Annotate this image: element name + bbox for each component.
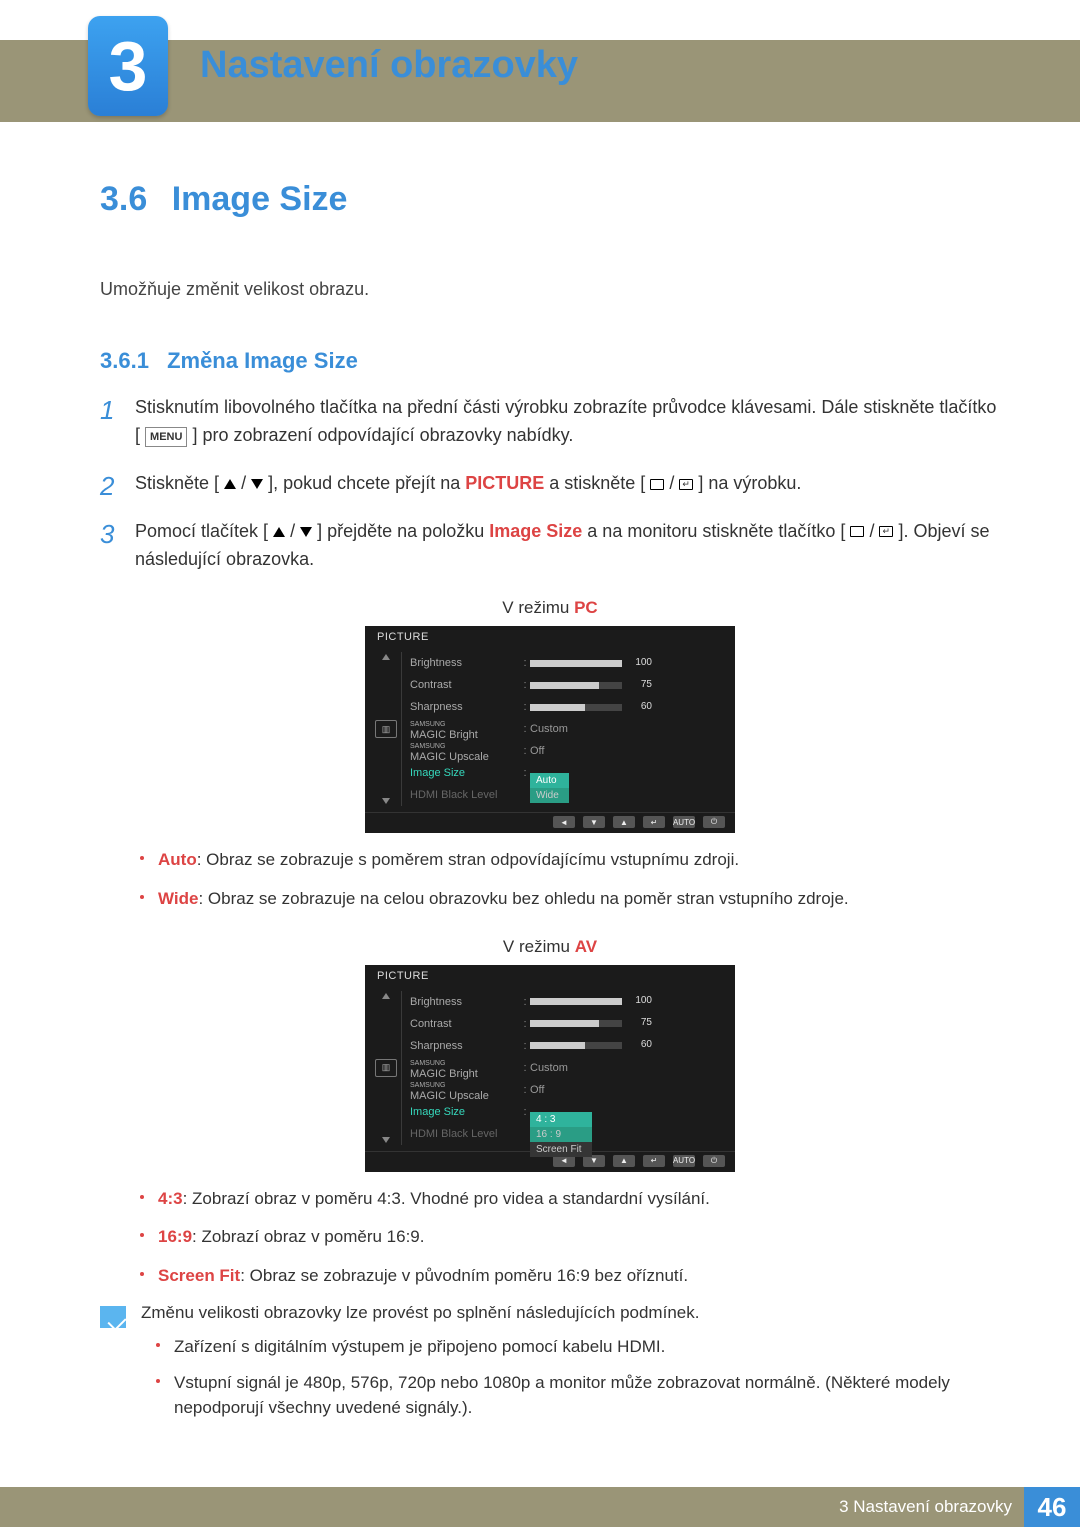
osd-row-image-size: Image Size: 4 : 3 16 : 9 Screen Fit [401,1101,725,1123]
image-size-term: Image Size [489,521,582,541]
bullet-screen-fit: Screen Fit: Obraz se zobrazuje v původní… [140,1264,1000,1289]
note-icon [100,1306,126,1328]
chapter-number-badge: 3 [88,16,168,116]
section-intro: Umožňuje změnit velikost obrazu. [100,279,1000,300]
dropdown-option-4-3: 4 : 3 [530,1112,592,1127]
step-text: a stiskněte [ [549,473,645,493]
step-number: 3 [100,514,114,554]
osd-row-magic-bright: SAMSUNGMAGIC Bright:Custom [401,718,725,740]
osd-menu-pc: PICTURE ▥ Brightness:100 Contrast:75 Sha… [365,626,735,833]
bullet-auto: Auto: Obraz se zobrazuje s poměrem stran… [140,848,1000,873]
osd-row-magic-bright: SAMSUNGMAGIC Bright:Custom [401,1057,725,1079]
nav-up-icon: ▲ [613,1155,635,1167]
arrow-up-icon [224,479,236,489]
nav-left-icon: ◄ [553,816,575,828]
note-item: Vstupní signál je 480p, 576p, 720p nebo … [156,1371,1000,1420]
dropdown-option-screen-fit: Screen Fit [530,1142,592,1157]
osd-dropdown-av: 4 : 3 16 : 9 Screen Fit [530,1112,592,1157]
subsection-heading: 3.6.1 Změna Image Size [100,348,1000,374]
nav-auto-label: AUTO [673,1155,695,1167]
osd-row-magic-upscale: SAMSUNGMAGIC Upscale:Off [401,1079,725,1101]
nav-power-icon: ⏻ [703,816,725,828]
note-item: Zařízení s digitálním výstupem je připoj… [156,1335,1000,1360]
chapter-number: 3 [109,31,148,101]
chapter-title: Nastavení obrazovky [200,44,578,87]
step-number: 1 [100,390,114,430]
osd-row-image-size: Image Size: Auto Wide [401,762,725,784]
step-1: 1 Stisknutím libovolného tlačítka na pře… [100,394,1000,450]
osd-row-sharpness: Sharpness:60 [401,696,725,718]
nav-enter-icon: ↵ [643,816,665,828]
bullets-pc: Auto: Obraz se zobrazuje s poměrem stran… [140,848,1000,911]
nav-down-icon: ▼ [583,816,605,828]
mode-suffix: PC [574,598,598,617]
step-2: 2 Stiskněte [ / ], pokud chcete přejít n… [100,470,1000,498]
nav-power-icon: ⏻ [703,1155,725,1167]
mode-prefix: V režimu [502,598,574,617]
arrow-down-icon [251,479,263,489]
section-number: 3.6 [100,180,147,219]
nav-enter-icon: ↵ [643,1155,665,1167]
nav-up-icon: ▲ [613,816,635,828]
section-title: Image Size [172,180,348,219]
dropdown-option-wide: Wide [530,788,569,803]
bullets-av: 4:3: Zobrazí obraz v poměru 4:3. Vhodné … [140,1187,1000,1289]
osd-dropdown-pc: Auto Wide [530,773,569,803]
step-text: ] pro zobrazení odpovídající obrazovky n… [192,425,573,445]
mode-prefix: V režimu [503,937,575,956]
step-text: Stiskněte [ [135,473,219,493]
osd-row-brightness: Brightness:100 [401,652,725,674]
osd-nav-bar: ◄ ▼ ▲ ↵ AUTO ⏻ [365,812,735,833]
mode-label-pc: V režimu PC [100,598,1000,618]
osd-category-icon: ▥ [371,991,401,1145]
osd-category-icon: ▥ [371,652,401,806]
dropdown-option-auto: Auto [530,773,569,788]
osd-title: PICTURE [365,626,735,646]
source-icon [650,479,664,490]
subsection-title: Změna Image Size [167,348,358,373]
osd-menu-av: PICTURE ▥ Brightness:100 Contrast:75 Sha… [365,965,735,1172]
bullet-4-3: 4:3: Zobrazí obraz v poměru 4:3. Vhodné … [140,1187,1000,1212]
arrow-down-icon [300,527,312,537]
mode-label-av: V režimu AV [100,937,1000,957]
osd-title: PICTURE [365,965,735,985]
mode-suffix: AV [575,937,597,956]
steps-list: 1 Stisknutím libovolného tlačítka na pře… [100,394,1000,573]
arrow-up-icon [273,527,285,537]
section-heading: 3.6 Image Size [100,180,1000,219]
nav-auto-label: AUTO [673,816,695,828]
enter-icon [679,479,693,490]
menu-button-label: MENU [145,427,187,447]
step-text: ], pokud chcete přejít na [268,473,465,493]
step-text: ] na výrobku. [698,473,801,493]
osd-row-sharpness: Sharpness:60 [401,1035,725,1057]
bullet-16-9: 16:9: Zobrazí obraz v poměru 16:9. [140,1225,1000,1250]
bullet-wide: Wide: Obraz se zobrazuje na celou obrazo… [140,887,1000,912]
dropdown-option-16-9: 16 : 9 [530,1127,592,1142]
step-number: 2 [100,466,114,506]
step-text: Pomocí tlačítek [ [135,521,268,541]
page-footer: 3 Nastavení obrazovky 46 [0,1487,1080,1527]
osd-row-contrast: Contrast:75 [401,674,725,696]
osd-row-contrast: Contrast:75 [401,1013,725,1035]
step-3: 3 Pomocí tlačítek [ / ] přejděte na polo… [100,518,1000,574]
footer-text: 3 Nastavení obrazovky [839,1497,1012,1517]
note-list: Zařízení s digitálním výstupem je připoj… [156,1335,1000,1421]
picture-term: PICTURE [465,473,544,493]
page-number: 46 [1024,1487,1080,1527]
subsection-number: 3.6.1 [100,348,149,373]
step-text: ] přejděte na položku [317,521,489,541]
enter-icon [879,526,893,537]
step-text: a na monitoru stiskněte tlačítko [ [587,521,845,541]
source-icon [850,526,864,537]
note-lead: Změnu velikosti obrazovky lze provést po… [141,1303,1000,1323]
osd-row-brightness: Brightness:100 [401,991,725,1013]
note-block: Změnu velikosti obrazovky lze provést po… [100,1303,1000,1433]
osd-row-magic-upscale: SAMSUNGMAGIC Upscale:Off [401,740,725,762]
